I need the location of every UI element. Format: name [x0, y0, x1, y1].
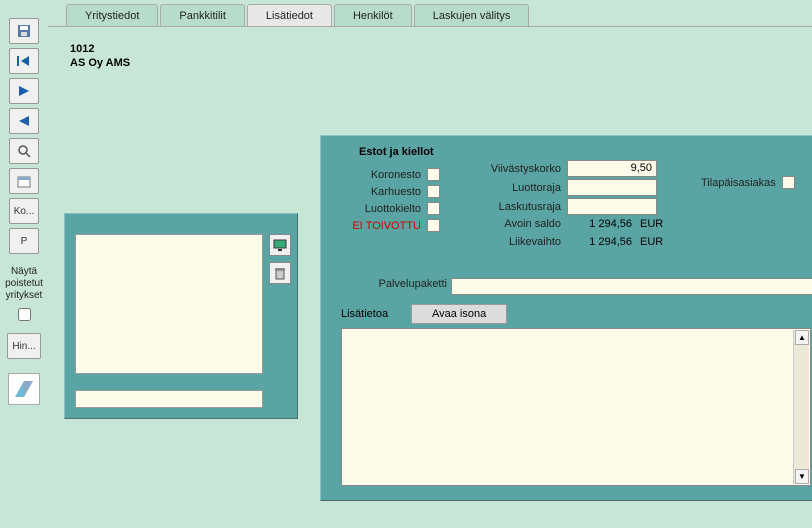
content-area: 1012 AS Oy AMS Estot ja kiellot: [48, 26, 812, 528]
trash-icon: [274, 266, 286, 280]
company-info: 1012 AS Oy AMS: [70, 43, 812, 69]
next-button[interactable]: [9, 78, 39, 104]
hin-button[interactable]: Hin...: [7, 333, 41, 359]
karhuesto-label: Karhuesto: [331, 186, 421, 198]
p-button[interactable]: P: [9, 228, 39, 254]
save-button[interactable]: [9, 18, 39, 44]
blocks-section-title: Estot ja kiellot: [359, 146, 434, 158]
tab-bar: Yritystiedot Pankkitilit Lisätiedot Henk…: [48, 0, 812, 26]
image-path-input[interactable]: [75, 390, 263, 408]
laskutusraja-input[interactable]: [567, 198, 657, 215]
show-deleted-checkbox[interactable]: [18, 308, 31, 321]
wing-icon: [12, 377, 36, 401]
image-preview: [75, 234, 263, 374]
viivastyskorko-label: Viivästyskorko: [471, 163, 561, 175]
scroll-down-button[interactable]: ▼: [795, 469, 809, 484]
image-delete-button[interactable]: [269, 262, 291, 284]
left-toolbar: Ko... P Näytä poistetut yritykset Hin...: [0, 0, 48, 528]
palvelupaketti-input[interactable]: [451, 278, 812, 295]
arrow-left-icon: [17, 115, 31, 127]
show-deleted-label: Näytä poistetut yritykset: [0, 266, 48, 302]
lisatietoa-label: Lisätietoa: [341, 308, 388, 320]
company-name: AS Oy AMS: [70, 57, 812, 69]
ei-toivottu-label: EI TOIVOTTU: [331, 220, 421, 232]
tab-henkilot[interactable]: Henkilöt: [334, 4, 412, 26]
zoom-button[interactable]: [9, 138, 39, 164]
ei-toivottu-checkbox[interactable]: [427, 219, 440, 232]
prev-record-button[interactable]: [9, 48, 39, 74]
palvelupaketti-label: Palvelupaketti: [357, 278, 447, 290]
details-panel: Estot ja kiellot Koronesto . Karhuesto .…: [320, 135, 812, 501]
koronesto-label: Koronesto: [331, 169, 421, 181]
arrow-right-icon: [17, 85, 31, 97]
floppy-icon: [17, 24, 31, 38]
liikevaihto-currency: EUR: [640, 236, 663, 248]
tab-laskujen-valitys[interactable]: Laskujen välitys: [414, 4, 530, 26]
prev-button[interactable]: [9, 108, 39, 134]
image-open-button[interactable]: [269, 234, 291, 256]
scroll-up-button[interactable]: ▲: [795, 330, 809, 345]
tab-lisatiedot[interactable]: Lisätiedot: [247, 4, 332, 26]
luottokielto-label: Luottokielto: [331, 203, 421, 215]
luottoraja-input[interactable]: [567, 179, 657, 196]
avoin-saldo-currency: EUR: [640, 218, 663, 230]
avaa-isona-button[interactable]: Avaa isona: [411, 304, 507, 324]
karhuesto-checkbox[interactable]: [427, 185, 440, 198]
avoin-saldo-value: 1 294,56: [567, 218, 632, 230]
viivastyskorko-input[interactable]: 9,50: [567, 160, 657, 177]
calendar-icon: [17, 174, 31, 188]
tab-yritystiedot[interactable]: Yritystiedot: [66, 4, 158, 26]
koronesto-checkbox[interactable]: [427, 168, 440, 181]
tilapaisasiakas-checkbox[interactable]: [782, 176, 795, 189]
tab-pankkitilit[interactable]: Pankkitilit: [160, 4, 244, 26]
magnifier-icon: [17, 144, 31, 158]
image-panel: [64, 213, 298, 419]
avoin-saldo-label: Avoin saldo: [471, 218, 561, 230]
lisatietoa-textarea[interactable]: ▲ ▼: [341, 328, 811, 486]
app-logo: [8, 373, 40, 405]
liikevaihto-value: 1 294,56: [567, 236, 632, 248]
ko-button[interactable]: Ko...: [9, 198, 39, 224]
monitor-icon: [273, 238, 287, 252]
liikevaihto-label: Liikevaihto: [471, 236, 561, 248]
arrow-left-bar-icon: [17, 55, 31, 67]
luottoraja-label: Luottoraja: [471, 182, 561, 194]
laskutusraja-label: Laskutusraja: [471, 201, 561, 213]
tilapaisasiakas-label: Tilapäisasiakas: [701, 177, 776, 189]
luottokielto-checkbox[interactable]: [427, 202, 440, 215]
company-code: 1012: [70, 43, 812, 55]
scrollbar[interactable]: ▲ ▼: [793, 330, 809, 484]
calendar-button[interactable]: [9, 168, 39, 194]
